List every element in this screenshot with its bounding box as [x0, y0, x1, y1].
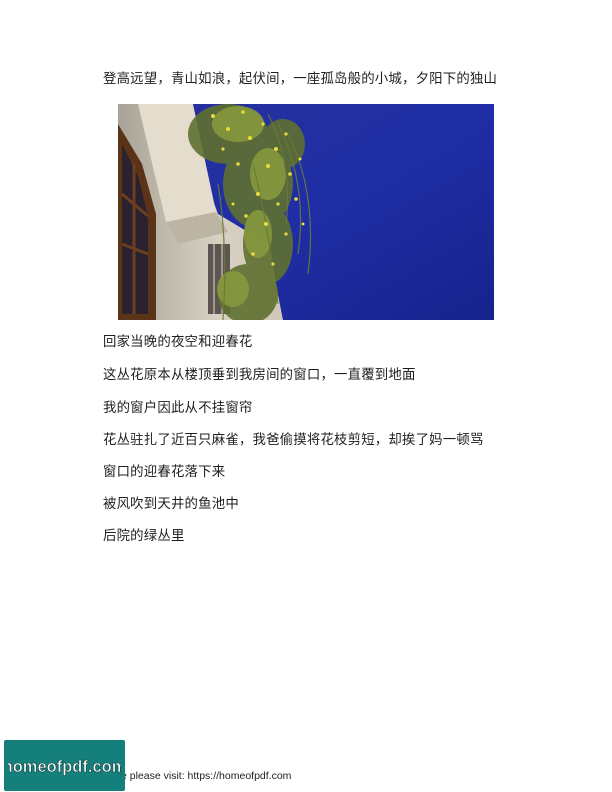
footer-link-text[interactable]: e please visit: https://homeofpdf.com [121, 770, 291, 782]
text-line-caption-1: 登高远望，青山如浪，起伏间，一座孤岛般的小城，夕阳下的独山 [103, 72, 498, 87]
text-line-paragraph-5: 被风吹到天井的鱼池中 [103, 497, 239, 512]
text-line-paragraph-4: 窗口的迎春花落下来 [103, 465, 226, 480]
night-sky-flowers-photo [118, 104, 494, 320]
svg-text:homeofpdf.com: homeofpdf.com [8, 758, 121, 776]
text-line-paragraph-1: 这丛花原本从楼顶垂到我房间的窗口，一直覆到地面 [103, 368, 416, 383]
pdf-page: 登高远望，青山如浪，起伏间，一座孤岛般的小城，夕阳下的独山 回家当晚的夜空和迎春… [0, 0, 612, 792]
text-line-paragraph-6: 后院的绿丛里 [103, 529, 185, 544]
text-line-paragraph-3: 花丛驻扎了近百只麻雀，我爸偷摸将花枝剪短，却挨了妈一顿骂 [103, 433, 484, 448]
text-line-caption-2: 回家当晚的夜空和迎春花 [103, 335, 253, 350]
homeofpdf-logo[interactable]: homeofpdf.com [4, 740, 125, 791]
text-line-paragraph-2: 我的窗户因此从不挂窗帘 [103, 401, 253, 416]
